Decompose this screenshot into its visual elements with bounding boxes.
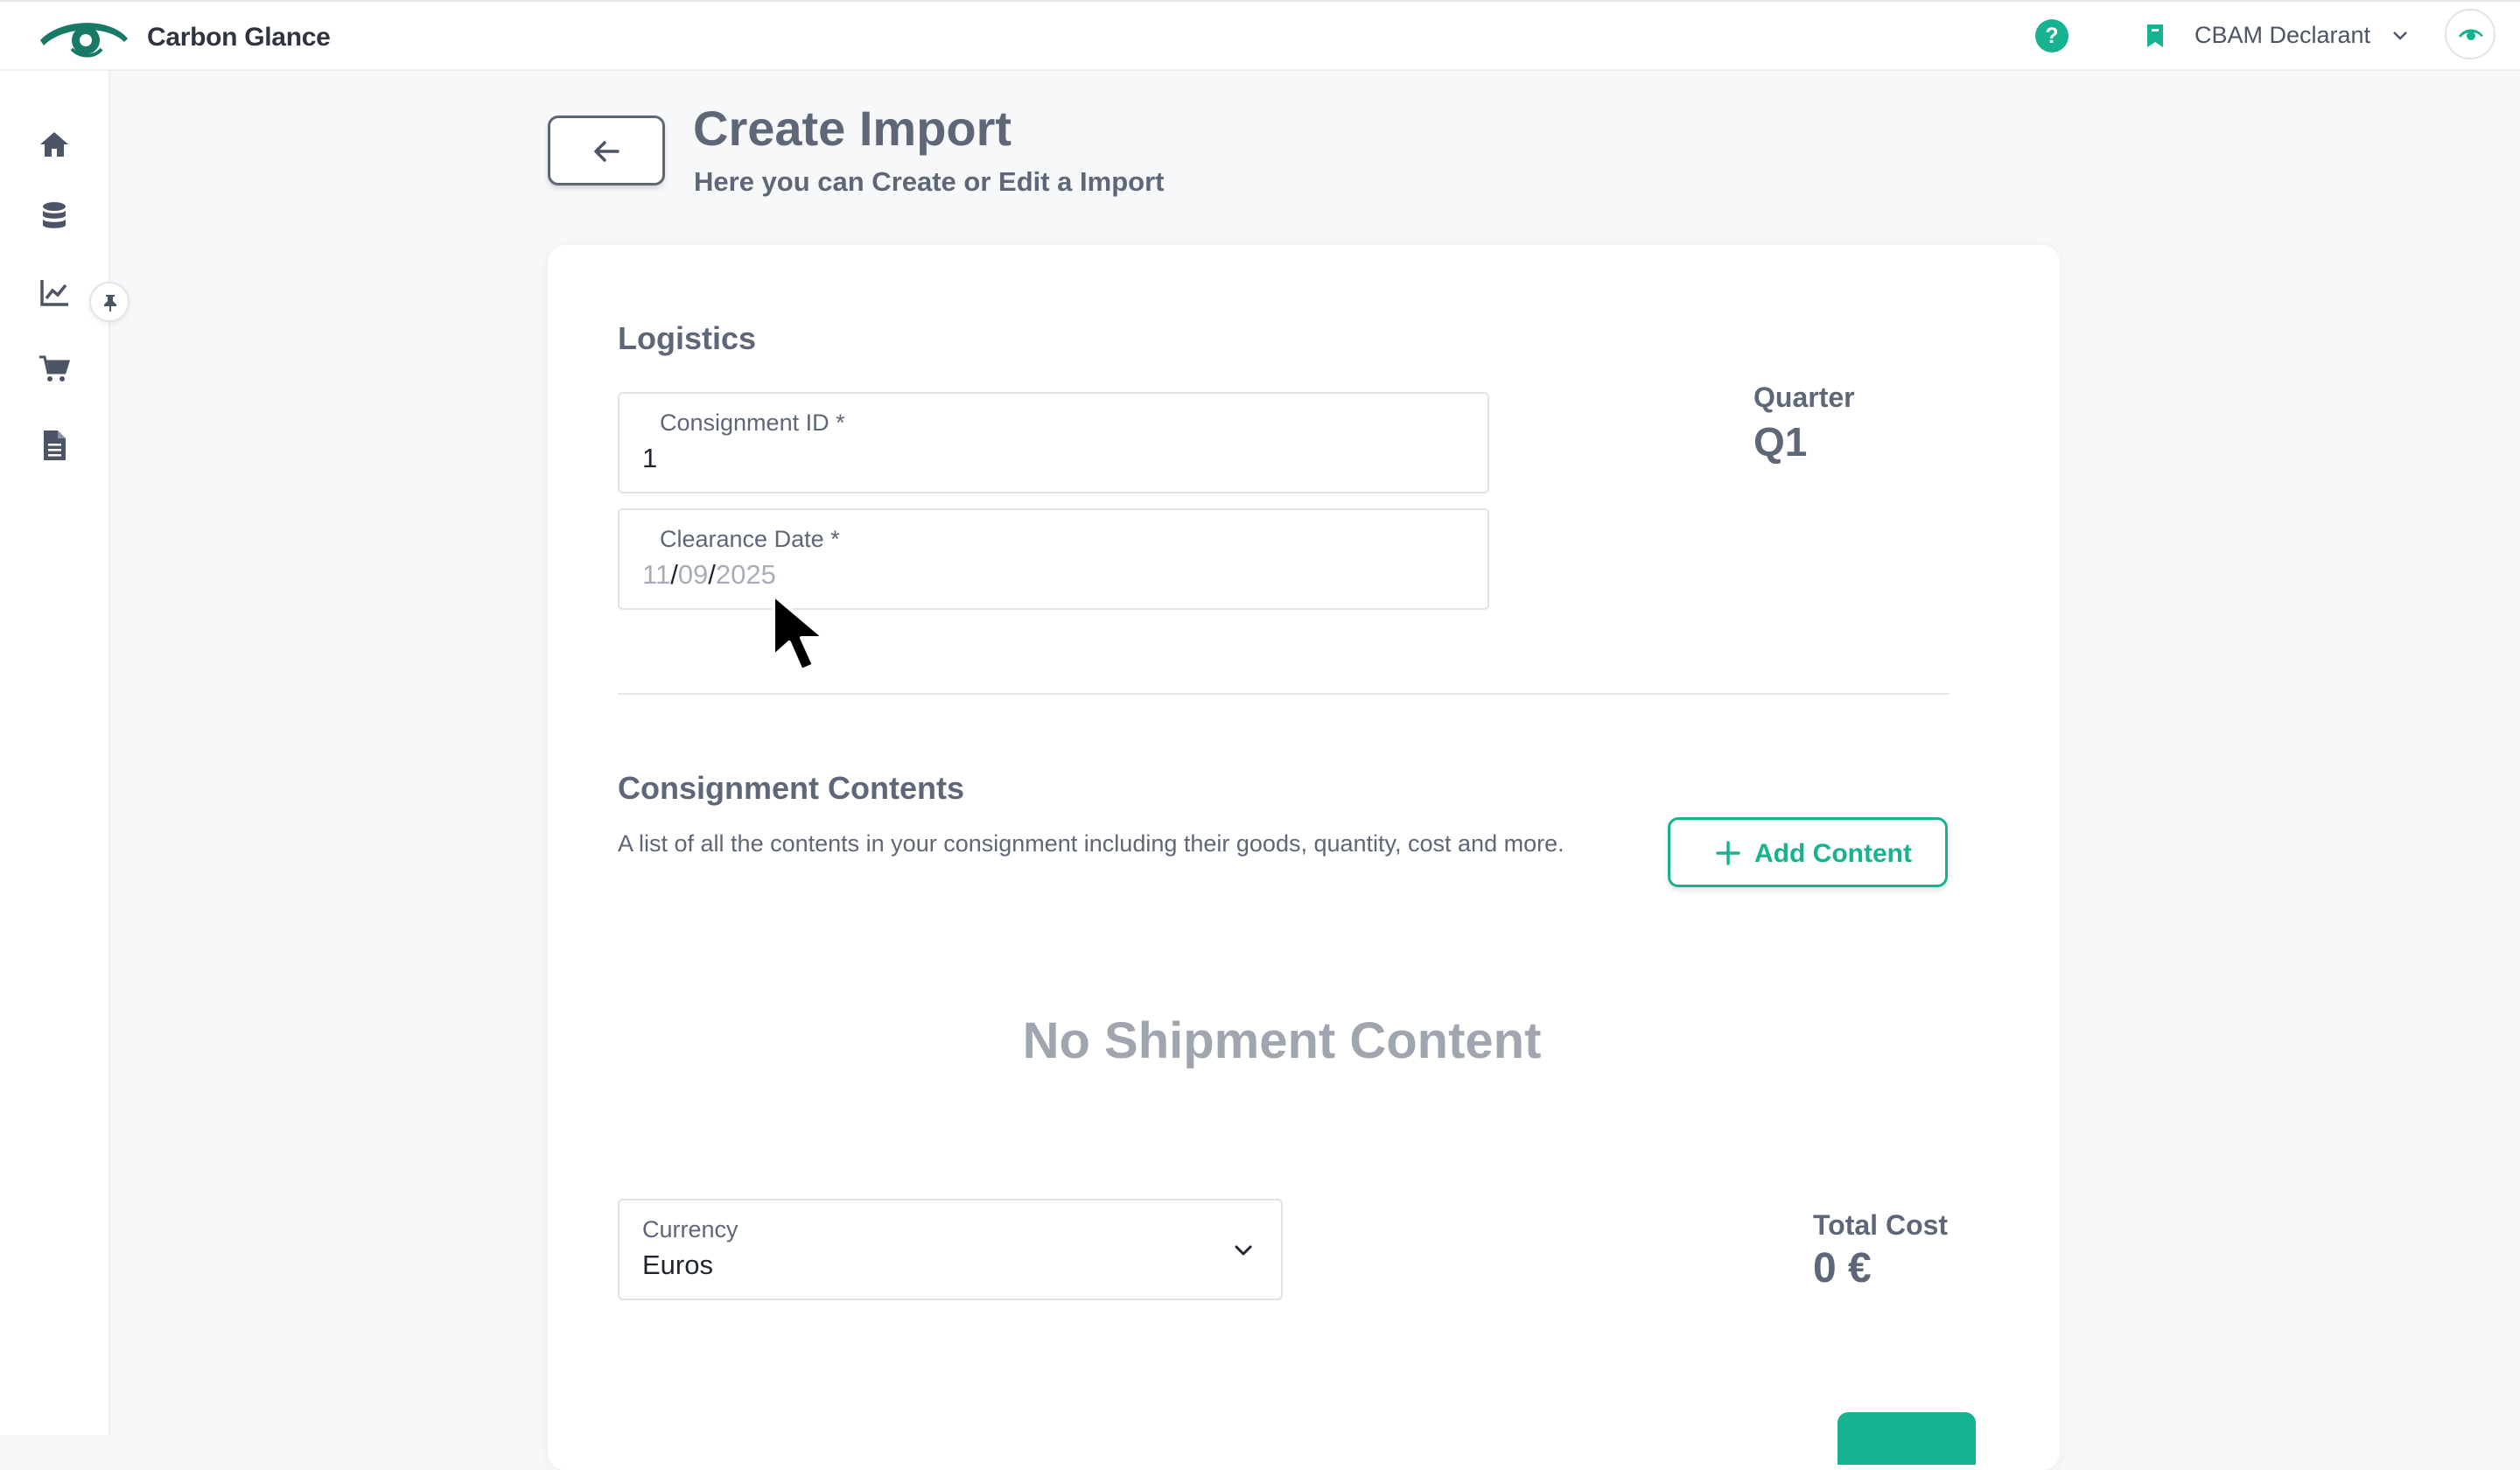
clearance-date-field[interactable]: Clearance Date * 11/09/2025 [618,508,1489,610]
clearance-date-label: Clearance Date * [660,526,840,552]
home-icon[interactable] [37,127,72,162]
document-icon[interactable] [37,428,72,463]
contents-section-title: Consignment Contents [618,770,964,806]
cart-icon[interactable] [37,351,72,386]
pin-sidebar-button[interactable] [89,282,130,322]
currency-label: Currency [642,1216,738,1242]
database-icon[interactable] [37,199,72,234]
contents-description: A list of all the contents in your consi… [618,830,1564,857]
logistics-section-title: Logistics [618,320,757,356]
total-cost-value: 0 € [1813,1245,1872,1292]
bookmark-icon [2147,24,2163,47]
date-day[interactable]: 11 [642,559,670,590]
empty-state-message: No Shipment Content [1022,1012,1542,1069]
brand-name: Carbon Glance [147,23,331,52]
help-icon[interactable]: ? [2035,19,2068,52]
quarter-value: Q1 [1754,419,1808,465]
mouse-cursor-icon [772,593,826,672]
arrow-left-icon [594,141,620,162]
chevron-down-icon[interactable] [2390,26,2410,46]
date-year[interactable]: 2025 [716,559,776,590]
page-title: Create Import [693,101,1012,156]
clearance-date-value: 11/09/2025 [642,559,776,591]
chart-line-icon[interactable] [37,275,72,310]
section-divider [618,693,1950,695]
date-separator: / [708,559,716,590]
consignment-id-label: Consignment ID * [660,410,845,436]
currency-select[interactable]: Currency Euros [618,1199,1283,1300]
eye-logo-icon[interactable] [37,14,131,60]
add-content-label: Add Content [1754,839,1912,868]
top-bar: Carbon Glance ? CBAM Declarant [0,0,2520,71]
avatar[interactable] [2445,9,2496,60]
pin-icon [104,295,116,312]
plus-icon [1716,841,1740,865]
avatar-eye-icon [2459,29,2483,40]
save-button[interactable] [1838,1412,1976,1465]
add-content-button[interactable]: Add Content [1668,817,1948,887]
consignment-id-value: 1 [642,443,658,473]
chevron-down-icon [1235,1245,1252,1256]
role-selector-label[interactable]: CBAM Declarant [2194,22,2370,49]
quarter-label: Quarter [1754,382,1855,413]
consignment-id-field[interactable]: Consignment ID * 1 [618,392,1489,494]
sidebar [0,71,130,1435]
date-month[interactable]: 09 [678,559,708,590]
date-separator: / [670,559,678,590]
back-button[interactable] [548,116,665,186]
page-subtitle: Here you can Create or Edit a Import [694,166,1165,197]
total-cost-label: Total Cost [1813,1209,1949,1241]
currency-value: Euros [642,1250,713,1280]
